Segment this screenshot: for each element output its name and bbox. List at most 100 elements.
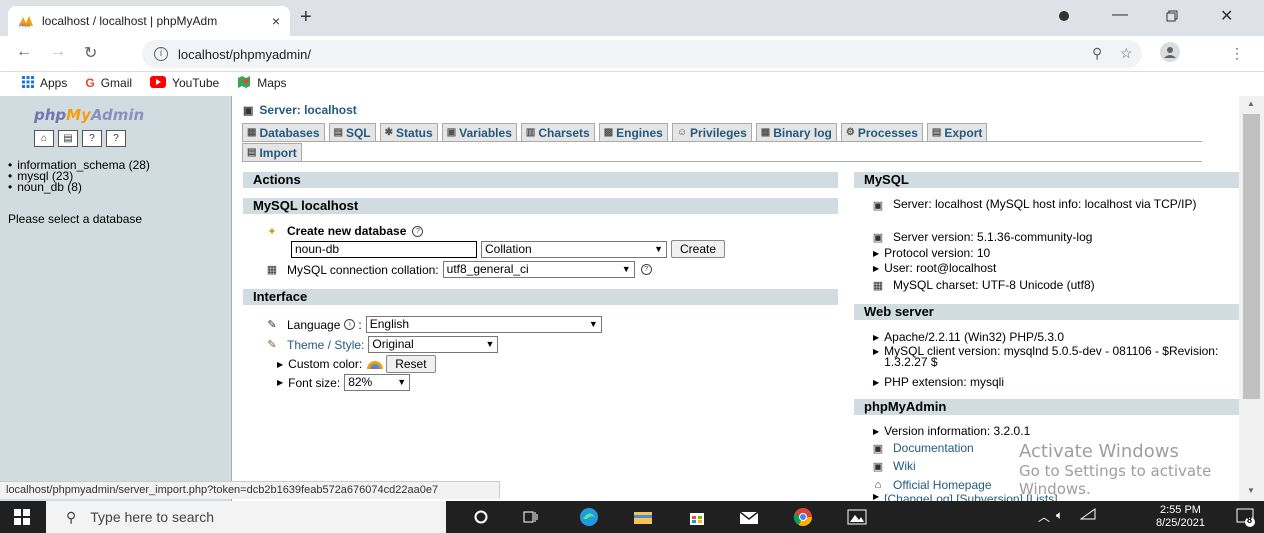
minimize-icon[interactable]: —	[1112, 6, 1128, 24]
tab-variables[interactable]: ▣ Variables	[441, 123, 517, 141]
phpmyadmin-logo[interactable]: phpMyAdmin	[34, 106, 144, 124]
scroll-up-icon[interactable]: ▲	[1247, 99, 1255, 108]
bookmark-youtube[interactable]: YouTube	[150, 75, 220, 91]
tab-status[interactable]: ✱ Status	[379, 123, 438, 141]
info-icon[interactable]: i	[344, 319, 356, 330]
tab-engines[interactable]: ▩ Engines	[598, 123, 668, 141]
bookmark-apps[interactable]: Apps	[22, 75, 67, 91]
documentation-row: ▣ Documentation	[871, 441, 974, 455]
wiki-link[interactable]: Wiki	[893, 459, 916, 473]
taskbar-search-box[interactable]: ⚲ Type here to search	[46, 501, 446, 533]
reload-icon[interactable]: ↻	[84, 43, 97, 63]
connection-collation-select[interactable]: utf8_general_ci ▼	[442, 261, 635, 278]
language-icon: ✎	[267, 319, 277, 331]
documentation-icon[interactable]: ?	[82, 130, 102, 147]
color-picker-icon[interactable]	[366, 356, 384, 373]
edge-browser-icon[interactable]	[578, 507, 600, 527]
file-explorer-icon[interactable]	[632, 507, 654, 527]
apache-row: ▶ Apache/2.2.11 (Win32) PHP/5.3.0	[873, 330, 1064, 344]
notifications-icon[interactable]	[1236, 507, 1256, 530]
tab-label: Charsets	[538, 125, 590, 140]
url-text[interactable]: localhost/phpmyadmin/	[178, 47, 311, 62]
tab-sql[interactable]: ▤ SQL	[328, 123, 376, 141]
info-icon[interactable]: i	[154, 47, 168, 61]
network-icon[interactable]	[1079, 508, 1096, 523]
theme-link[interactable]: Theme / Style:	[287, 338, 364, 352]
activate-windows-subtitle: Go to Settings to activate Windows.	[1019, 462, 1212, 498]
tab-processes[interactable]: ⚙ Processes	[840, 123, 923, 141]
bullet-arrow-icon: ▶	[873, 248, 880, 258]
chrome-icon[interactable]	[792, 507, 814, 527]
help-icon[interactable]: ?	[412, 225, 424, 237]
bullet-arrow-icon: ▶	[873, 492, 880, 501]
collation-select[interactable]: Collation ▼	[481, 240, 667, 258]
mysql-protocol-text: Protocol version: 10	[884, 246, 991, 260]
profile-avatar-icon[interactable]	[1160, 42, 1180, 65]
system-clock[interactable]: 2:55 PM 8/25/2021	[1156, 504, 1205, 530]
tab-label: Databases	[259, 125, 320, 140]
server-title[interactable]: ▣ Server: localhost	[243, 103, 357, 117]
homepage-row: ⌂ Official Homepage	[871, 478, 992, 492]
tab-label: Status	[396, 125, 433, 140]
language-label: Language	[287, 317, 341, 332]
select-database-prompt: Please select a database	[8, 212, 143, 226]
scrollbar-thumb[interactable]	[1243, 114, 1260, 399]
sql-query-icon[interactable]: ▤	[58, 130, 78, 147]
privileges-icon: ☺	[676, 127, 688, 138]
chevron-down-icon: ▼	[485, 339, 495, 349]
web-server-heading: Web server	[854, 304, 1239, 320]
bookmark-star-icon[interactable]: ☆	[1120, 45, 1133, 62]
theme-select[interactable]: Original ▼	[368, 336, 499, 353]
new-tab-button[interactable]: +	[300, 6, 312, 29]
documentation-link[interactable]: Documentation	[893, 441, 974, 455]
close-window-icon[interactable]: ✕	[1220, 6, 1233, 26]
forward-arrow-icon[interactable]: →	[50, 43, 66, 61]
font-size-select[interactable]: 82% ▼	[344, 374, 411, 391]
database-item-noun-db[interactable]: noun_db (8)	[8, 181, 150, 193]
tab-privileges[interactable]: ☺ Privileges	[671, 123, 752, 141]
variables-icon: ▣	[446, 127, 457, 138]
volume-icon[interactable]: 🔈︎	[1056, 508, 1063, 523]
task-view-icon[interactable]	[520, 507, 542, 527]
zoom-icon[interactable]: ⚲	[1092, 45, 1102, 62]
bookmark-gmail[interactable]: G Gmail	[85, 76, 132, 90]
tray-overflow-icon[interactable]: ︿	[1038, 508, 1050, 525]
tab-databases[interactable]: ▦ Databases	[242, 123, 325, 141]
tab-import[interactable]: ▤ Import	[242, 143, 302, 161]
profile-dot-icon[interactable]	[1058, 9, 1070, 27]
mysql-docs-icon[interactable]: ?	[106, 130, 126, 147]
mysql-client-row: ▶ MySQL client version: mysqlnd 5.0.5-de…	[873, 344, 1239, 369]
browser-tab[interactable]: PMA localhost / localhost | phpMyAdm ×	[8, 6, 290, 36]
database-name-input[interactable]: noun-db	[291, 240, 477, 258]
photos-icon[interactable]	[846, 507, 868, 527]
microsoft-store-icon[interactable]	[686, 507, 708, 527]
mysql-localhost-heading: MySQL localhost	[243, 198, 838, 214]
reset-button[interactable]: Reset	[386, 355, 436, 373]
back-arrow-icon[interactable]: ←	[16, 43, 32, 61]
tab-close-icon[interactable]: ×	[272, 13, 280, 29]
tab-binary-log[interactable]: ▦ Binary log	[755, 123, 837, 141]
tab-charsets[interactable]: ▥ Charsets	[520, 123, 595, 141]
create-button[interactable]: Create	[671, 240, 726, 258]
mysql-version-text: Server version: 5.1.36-community-log	[893, 230, 1093, 244]
mysql-client-text: MySQL client version: mysqlnd 5.0.5-dev …	[884, 344, 1219, 369]
mail-icon[interactable]	[738, 507, 760, 527]
mysql-user-row: ▶ User: root@localhost	[873, 261, 996, 275]
homepage-link[interactable]: Official Homepage	[893, 478, 992, 492]
help-icon[interactable]: ?	[640, 264, 652, 275]
maximize-icon[interactable]	[1166, 6, 1178, 27]
chrome-menu-icon[interactable]: ⋮	[1230, 45, 1244, 62]
windows-start-icon[interactable]	[14, 509, 30, 525]
bookmark-maps[interactable]: Maps	[237, 75, 287, 92]
mysql-protocol-row: ▶ Protocol version: 10	[873, 246, 990, 260]
processes-icon: ⚙	[845, 127, 855, 138]
language-select[interactable]: English ▼	[365, 316, 602, 333]
collation-select-value: Collation	[485, 241, 532, 256]
address-bar[interactable]: i localhost/phpmyadmin/	[142, 40, 1142, 68]
bookmark-label: YouTube	[172, 76, 220, 90]
cortana-icon[interactable]	[470, 507, 492, 527]
home-icon[interactable]: ⌂	[34, 130, 54, 147]
tab-export[interactable]: ▤ Export	[926, 123, 988, 141]
browser-toolbar: ← → ↻ i localhost/phpmyadmin/ ⚲ ☆ ⋮	[0, 36, 1264, 72]
main-scrollbar[interactable]: ▲ ▼	[1239, 96, 1264, 501]
